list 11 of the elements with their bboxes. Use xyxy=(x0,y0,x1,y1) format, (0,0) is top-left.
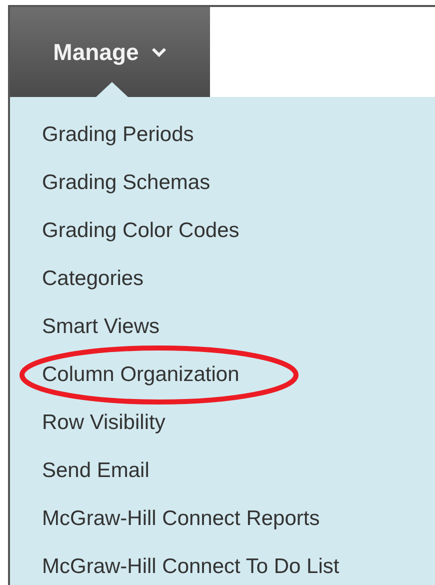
menu-item[interactable]: Grading Color Codes xyxy=(42,215,240,247)
chevron-down-icon xyxy=(150,46,167,58)
menu-item[interactable]: Send Email xyxy=(42,455,150,487)
menu-item[interactable]: Grading Periods xyxy=(42,119,194,151)
menu-item[interactable]: McGraw-Hill Connect To Do List xyxy=(42,551,340,583)
menu-item[interactable]: Grading Schemas xyxy=(42,167,210,199)
menu-item[interactable]: McGraw-Hill Connect Reports xyxy=(42,503,320,535)
manage-menu-button[interactable]: Manage xyxy=(10,7,210,97)
menu-item[interactable]: Categories xyxy=(42,263,144,295)
menu-item[interactable]: Row Visibility xyxy=(42,407,166,439)
menu-item[interactable]: Smart Views xyxy=(42,311,160,343)
